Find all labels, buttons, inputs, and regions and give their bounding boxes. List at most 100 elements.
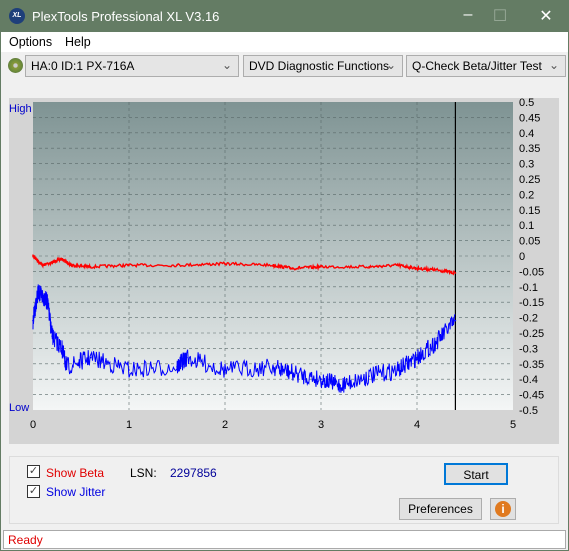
y-tick-label: -0.35 bbox=[519, 359, 544, 371]
x-tick-label: 4 bbox=[414, 419, 420, 431]
toolbar: HA:0 ID:1 PX-716A ⌄ DVD Diagnostic Functi… bbox=[1, 52, 568, 80]
beta-jitter-chart: High Low 0.50.450.40.350.30.250.20.150.1… bbox=[9, 97, 544, 431]
window-title: PlexTools Professional XL V3.16 bbox=[32, 9, 220, 24]
series-beta-point bbox=[128, 264, 130, 267]
series-jitter-point bbox=[41, 295, 44, 297]
series-jitter-point bbox=[397, 369, 399, 371]
series-jitter-point bbox=[176, 366, 178, 368]
y-tick-label: -0.1 bbox=[519, 282, 538, 294]
status-bar: Ready bbox=[3, 530, 566, 549]
minimize-button[interactable]: – bbox=[453, 6, 483, 24]
series-jitter-point bbox=[128, 369, 130, 371]
maximize-button[interactable]: ☐ bbox=[485, 6, 515, 26]
function-select[interactable]: DVD Diagnostic Functions ⌄ bbox=[243, 55, 403, 77]
low-label: Low bbox=[9, 402, 29, 414]
chevron-down-icon: ⌄ bbox=[221, 58, 232, 72]
y-tick-label: -0.4 bbox=[519, 374, 538, 386]
chevron-down-icon: ⌄ bbox=[548, 58, 559, 72]
function-value: DVD Diagnostic Functions bbox=[249, 59, 390, 73]
series-beta-point bbox=[272, 264, 274, 267]
lsn-label: LSN: bbox=[130, 466, 157, 480]
series-jitter-point bbox=[51, 335, 53, 337]
y-tick-label: 0.45 bbox=[519, 112, 540, 124]
series-jitter-point bbox=[291, 372, 294, 374]
series-beta-point bbox=[32, 255, 34, 257]
y-tick-label: 0.25 bbox=[519, 174, 540, 186]
series-beta-point bbox=[397, 264, 399, 267]
chart-panel: High Low 0.5 0.45 0.4 0.35 0.3 0.25 0.2 0.15 0.1… bbox=[9, 97, 559, 444]
test-value: Q-Check Beta/Jitter Test bbox=[412, 59, 542, 73]
show-beta-label[interactable]: Show Beta bbox=[46, 466, 104, 480]
series-jitter-point bbox=[368, 375, 370, 377]
series-beta-point bbox=[224, 262, 226, 265]
test-select[interactable]: Q-Check Beta/Jitter Test ⌄ bbox=[406, 55, 566, 77]
close-button[interactable]: ✕ bbox=[531, 6, 561, 26]
drive-select[interactable]: HA:0 ID:1 PX-716A ⌄ bbox=[25, 55, 239, 77]
y-tick-label: 0.2 bbox=[519, 189, 534, 201]
y-tick-label: -0.25 bbox=[519, 328, 544, 340]
y-tick-label: -0.05 bbox=[519, 266, 544, 278]
y-tick-label: -0.2 bbox=[519, 313, 538, 325]
drive-value: HA:0 ID:1 PX-716A bbox=[31, 59, 135, 73]
series-jitter-point bbox=[32, 319, 34, 322]
y-tick-label: 0.5 bbox=[519, 98, 534, 109]
series-jitter-point bbox=[37, 292, 39, 294]
series-beta-point bbox=[176, 264, 178, 267]
series-jitter-point bbox=[272, 366, 274, 368]
x-tick-label: 3 bbox=[318, 419, 324, 431]
series-beta-point bbox=[368, 265, 370, 268]
series-beta-point bbox=[61, 258, 63, 260]
series-jitter-point bbox=[454, 319, 457, 322]
y-tick-label: 0 bbox=[519, 251, 525, 263]
series-beta-point bbox=[51, 261, 53, 263]
info-icon: i bbox=[495, 501, 511, 517]
x-tick-label: 1 bbox=[126, 419, 132, 431]
title-bar: XL PlexTools Professional XL V3.16 – ☐ ✕ bbox=[1, 1, 568, 32]
series-jitter-point bbox=[224, 369, 226, 371]
show-jitter-checkbox[interactable]: ✓ bbox=[27, 485, 40, 498]
info-button[interactable]: i bbox=[490, 498, 516, 520]
y-tick-label: 0.1 bbox=[519, 220, 534, 232]
series-beta-point bbox=[454, 272, 457, 274]
y-tick-label: -0.3 bbox=[519, 343, 538, 355]
y-tick-label: 0.35 bbox=[519, 143, 540, 155]
series-jitter-point bbox=[339, 384, 342, 387]
start-button[interactable]: Start bbox=[444, 463, 508, 485]
series-jitter-point bbox=[46, 301, 49, 303]
preferences-button[interactable]: Preferences bbox=[399, 498, 482, 520]
series-jitter-point bbox=[185, 356, 188, 359]
show-jitter-label[interactable]: Show Jitter bbox=[46, 485, 105, 499]
series-beta-point bbox=[70, 264, 73, 267]
series-jitter-point bbox=[435, 341, 438, 344]
show-beta-checkbox[interactable]: ✓ bbox=[27, 465, 40, 478]
series-beta-point bbox=[291, 267, 294, 270]
series-beta-point bbox=[89, 265, 92, 268]
series-jitter-point bbox=[320, 378, 322, 381]
app-logo-icon: XL bbox=[9, 8, 25, 24]
series-beta-point bbox=[320, 265, 322, 268]
y-tick-label: -0.15 bbox=[519, 297, 544, 309]
x-tick-label: 0 bbox=[30, 419, 36, 431]
series-jitter-point bbox=[416, 356, 418, 359]
series-jitter-point bbox=[65, 366, 68, 368]
series-beta-point bbox=[435, 269, 438, 271]
chevron-down-icon: ⌄ bbox=[385, 58, 396, 72]
series-beta-point bbox=[41, 264, 44, 267]
series-jitter-point bbox=[89, 356, 92, 359]
y-tick-label: 0.3 bbox=[519, 159, 534, 171]
disc-icon bbox=[8, 58, 23, 73]
series-jitter-point bbox=[61, 347, 63, 350]
menu-bar: Options Help bbox=[1, 32, 568, 52]
series-beta-point bbox=[416, 267, 418, 270]
high-label: High bbox=[9, 103, 32, 115]
controls-panel: ✓ Show Beta ✓ Show Jitter LSN: 2297856 S… bbox=[9, 456, 559, 524]
menu-help[interactable]: Help bbox=[65, 35, 91, 49]
y-tick-label: -0.45 bbox=[519, 390, 544, 402]
y-tick-label: 0.4 bbox=[519, 128, 534, 140]
menu-options[interactable]: Options bbox=[9, 35, 52, 49]
x-tick-label: 2 bbox=[222, 419, 228, 431]
x-tick-label: 5 bbox=[510, 419, 516, 431]
lsn-value: 2297856 bbox=[170, 466, 217, 480]
y-tick-label: -0.5 bbox=[519, 405, 538, 417]
y-tick-label: 0.15 bbox=[519, 205, 540, 217]
